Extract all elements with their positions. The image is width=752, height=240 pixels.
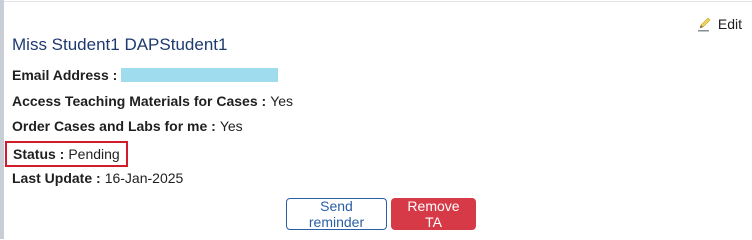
top-divider — [4, 1, 752, 2]
order-cases-label: Order Cases and Labs for me : — [12, 118, 216, 134]
student-name: Miss Student1 DAPStudent1 — [12, 35, 228, 54]
order-cases-field: Order Cases and Labs for me : Yes — [12, 116, 243, 136]
status-field: Status : Pending — [5, 141, 128, 167]
status-badge: Pending — [68, 146, 120, 162]
email-label: Email Address : — [12, 67, 118, 83]
email-redacted-value — [121, 68, 279, 82]
last-update-label: Last Update : — [12, 170, 101, 186]
left-border — [0, 0, 4, 239]
access-materials-label: Access Teaching Materials for Cases : — [12, 93, 267, 109]
last-update-value: 16-Jan-2025 — [104, 170, 184, 186]
last-update-field: Last Update : 16-Jan-2025 — [12, 168, 183, 188]
remove-ta-button[interactable]: Remove TA — [391, 198, 476, 230]
ta-details-card: Edit Miss Student1 DAPStudent1 Email Add… — [0, 0, 752, 239]
edit-label: Edit — [717, 16, 742, 32]
order-cases-value: Yes — [219, 118, 243, 134]
send-reminder-button[interactable]: Send reminder — [286, 198, 387, 230]
access-materials-field: Access Teaching Materials for Cases : Ye… — [12, 91, 293, 111]
edit-button[interactable]: Edit — [697, 16, 742, 32]
pencil-icon — [697, 16, 713, 32]
access-materials-value: Yes — [270, 93, 294, 109]
email-field: Email Address : — [12, 65, 279, 85]
status-label: Status : — [13, 146, 65, 162]
